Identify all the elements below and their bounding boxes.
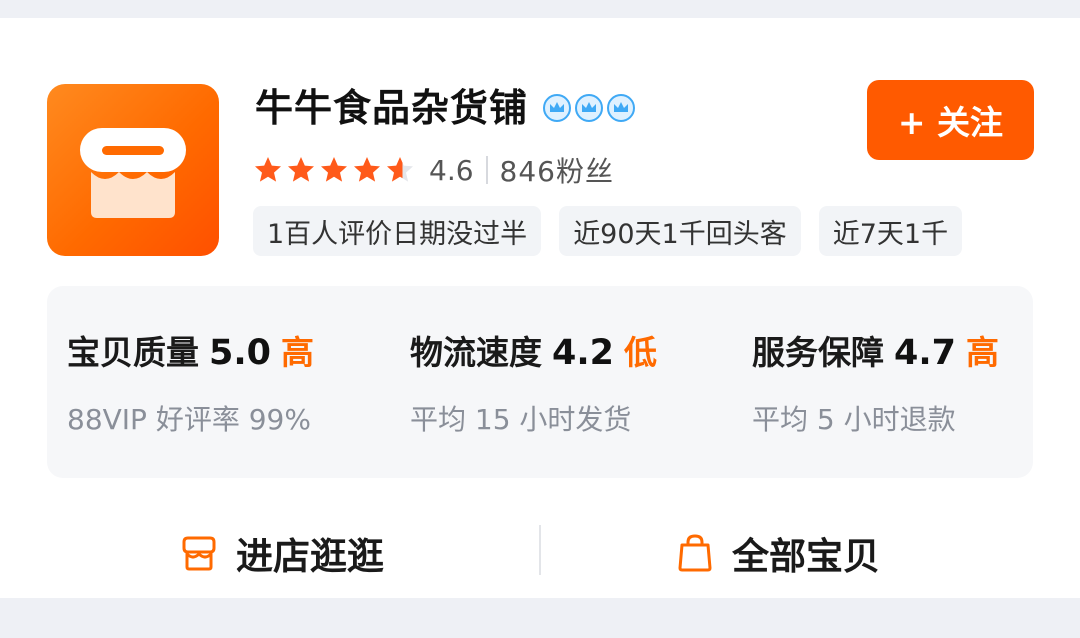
star-icon xyxy=(255,157,281,182)
metric-value: 5.0 xyxy=(209,333,272,373)
metric-sub: 平均 5 小时退款 xyxy=(752,403,956,436)
metric-level: 高 xyxy=(281,333,315,372)
shop-card: 牛牛食品杂货铺 + 关注 4.6 846粉丝 1百人评价日期没过半 近90天1千… xyxy=(0,18,1080,598)
metric-item-service: 服务保障 4.7 高 平均 5 小时退款 xyxy=(752,326,999,438)
store-logo-icon xyxy=(80,128,186,218)
crown-icon xyxy=(543,94,572,122)
all-items-button[interactable]: 全部宝贝 xyxy=(674,508,880,598)
metric-level: 低 xyxy=(624,333,658,372)
shop-tag[interactable]: 1百人评价日期没过半 xyxy=(253,206,542,256)
shop-scores[interactable]: 宝贝质量 5.0 高 88VIP 好评率 99% 物流速度 4.2 低 平均 1… xyxy=(47,286,1033,478)
crown-icon xyxy=(607,94,636,122)
all-items-label: 全部宝贝 xyxy=(732,535,880,578)
bottom-actions: 进店逛逛 全部宝贝 xyxy=(0,508,1080,598)
metric-value: 4.2 xyxy=(552,333,615,373)
metric-level: 高 xyxy=(966,333,1000,372)
star-icon xyxy=(387,157,413,182)
divider xyxy=(539,525,541,575)
fans-count: 846粉丝 xyxy=(499,155,614,188)
divider xyxy=(485,156,488,184)
shop-tags: 1百人评价日期没过半 近90天1千回头客 近7天1千 xyxy=(253,206,1033,256)
enter-store-label: 进店逛逛 xyxy=(236,535,384,578)
star-icon xyxy=(288,157,314,182)
rating-value: 4.6 xyxy=(429,153,474,187)
shop-name-text: 牛牛食品杂货铺 xyxy=(255,86,529,130)
star-icon xyxy=(354,157,380,182)
rating-row: 4.6 846粉丝 xyxy=(253,150,614,190)
shop-tag[interactable]: 近90天1千回头客 xyxy=(559,206,801,256)
shop-tag[interactable]: 近7天1千 xyxy=(818,206,963,256)
store-icon xyxy=(182,536,216,571)
shop-name[interactable]: 牛牛食品杂货铺 xyxy=(255,84,636,132)
metric-item-logistics: 物流速度 4.2 低 平均 15 小时发货 xyxy=(410,326,657,438)
star-icon xyxy=(321,157,347,182)
metric-sub: 平均 15 小时发货 xyxy=(410,403,632,436)
metric-label: 宝贝质量 xyxy=(67,333,199,372)
shop-logo[interactable] xyxy=(47,84,219,256)
metric-value: 4.7 xyxy=(894,333,957,373)
shopping-bag-icon xyxy=(678,534,712,572)
follow-label: + 关注 xyxy=(897,103,1004,142)
crown-badges xyxy=(542,93,636,123)
enter-store-button[interactable]: 进店逛逛 xyxy=(178,508,384,598)
metric-label: 服务保障 xyxy=(752,333,884,372)
metric-label: 物流速度 xyxy=(410,333,542,372)
metric-sub: 88VIP 好评率 99% xyxy=(67,403,311,436)
rating-stars xyxy=(253,155,415,185)
crown-icon xyxy=(575,94,604,122)
follow-button[interactable]: + 关注 xyxy=(867,80,1034,160)
metric-item-quality: 宝贝质量 5.0 高 88VIP 好评率 99% xyxy=(67,326,314,438)
